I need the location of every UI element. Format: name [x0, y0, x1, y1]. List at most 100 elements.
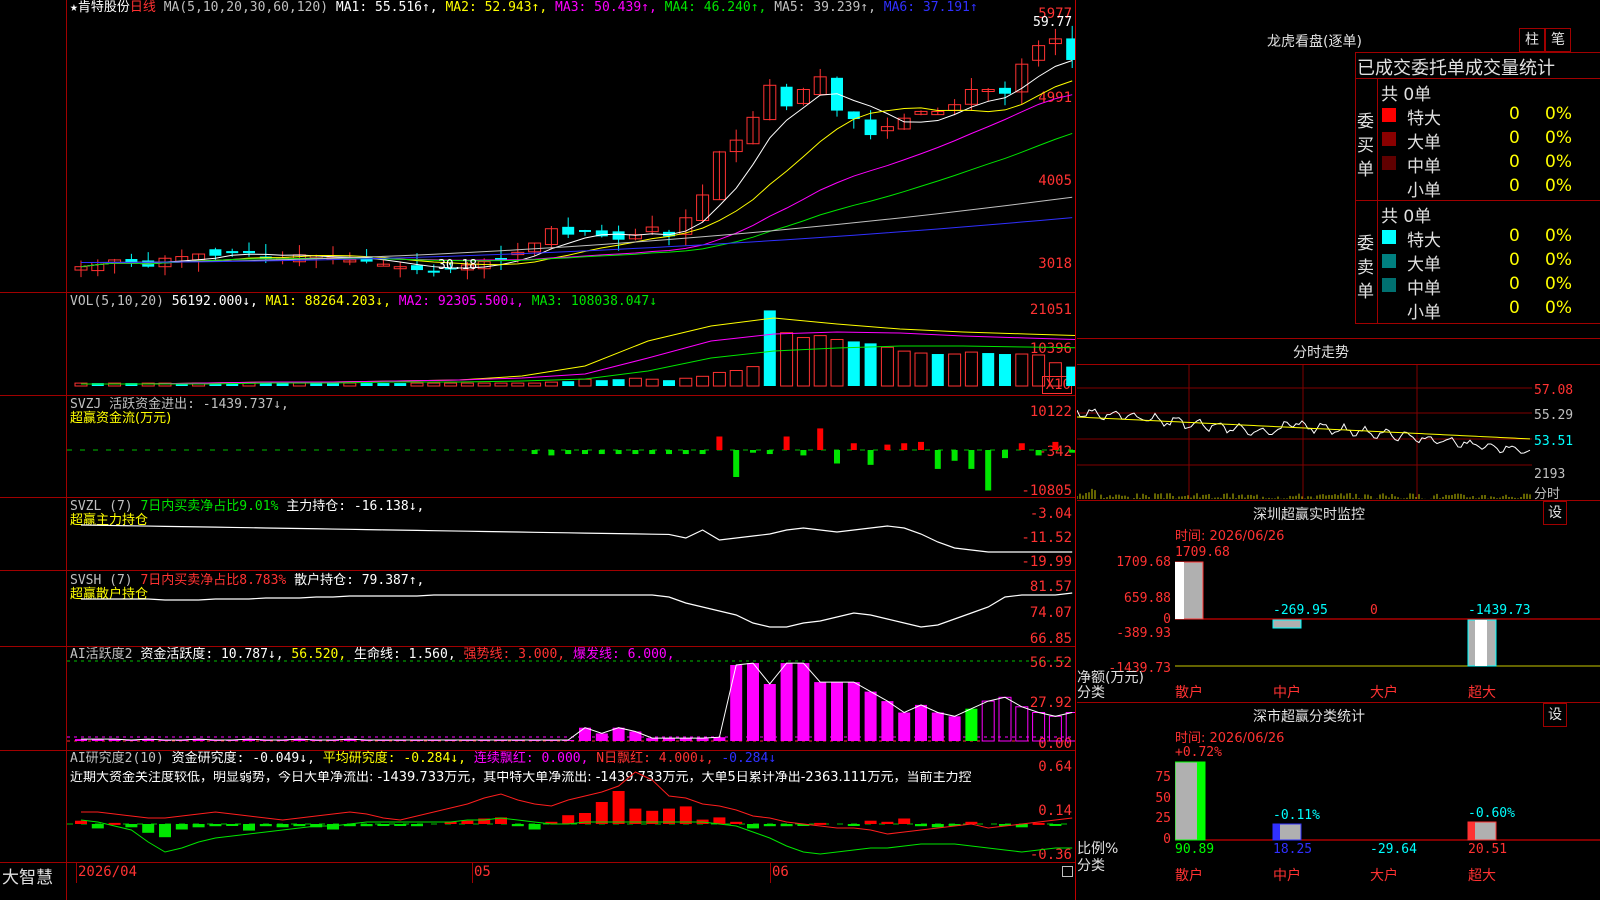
- research-bar: [75, 820, 87, 824]
- buy-row-label: 大单: [1407, 133, 1441, 153]
- activity-bar: [579, 727, 591, 741]
- sell-row-pct: 0%: [1545, 250, 1572, 270]
- volume-bar: [360, 383, 373, 386]
- flow-bar: [884, 444, 891, 450]
- activity-bar: [898, 712, 911, 741]
- lock-icon[interactable]: [1062, 866, 1073, 877]
- buy-row-value: 0: [1509, 176, 1520, 196]
- volume-bar: [729, 369, 743, 387]
- sz-tick: -389.93: [1116, 626, 1171, 641]
- ma-legend-item: MA6: 37.191↑: [883, 0, 978, 15]
- panel-divider: [0, 395, 1076, 396]
- volume-bar: [1048, 362, 1062, 387]
- flow-bar: [598, 450, 605, 455]
- flow-bar: [985, 450, 992, 491]
- buy-row-value: 0: [1509, 152, 1520, 172]
- flow-bar: [582, 450, 588, 455]
- buy-orders-label: 委买单: [1357, 112, 1374, 180]
- right-panel: 龙虎看盘(逐单) 柱 笔 已成交委托单成交量统计 委买单 共 0单 特大 0 0% 大…: [1077, 0, 1600, 900]
- activity-bar: [780, 663, 793, 741]
- volume-bar: [410, 382, 424, 387]
- volume-bar: [663, 380, 675, 386]
- ma-line: [80, 60, 1073, 269]
- sell-row-label: 中单: [1407, 279, 1441, 299]
- high-annotation: 59.77: [1033, 15, 1073, 30]
- volume-bar: [763, 310, 776, 386]
- retail-position-line: [81, 592, 1073, 628]
- volume-bar: [1032, 354, 1046, 387]
- buy-row-pct: 0%: [1545, 176, 1572, 196]
- tick-view-button[interactable]: 笔: [1545, 28, 1571, 52]
- research-bar: [259, 824, 272, 827]
- panel-divider: [0, 292, 1076, 293]
- order-stats-tab[interactable]: 已成交委托单成交量统计: [1357, 54, 1555, 80]
- main-position-chart: [80, 524, 1073, 553]
- flow-bar: [632, 450, 639, 455]
- stock-name: 肯特股份: [77, 0, 130, 15]
- volume-bar: [1066, 366, 1075, 386]
- volume-chart: [74, 310, 1075, 387]
- flow-bar: [1002, 450, 1008, 459]
- intraday-tick: 55.29: [1534, 408, 1574, 423]
- activity-bar: [814, 682, 827, 741]
- candle: [209, 249, 222, 256]
- volume-bar: [578, 378, 592, 387]
- class-category: 中户: [1273, 868, 1301, 884]
- flow-bar: [1069, 450, 1075, 453]
- chart-area[interactable]: 5977 4991 4005 3018 ★肯特股份日线 MA(5,10,20,3…: [0, 0, 1076, 900]
- candle: [562, 226, 575, 235]
- panel-divider: [0, 862, 1076, 863]
- candle: [411, 265, 423, 271]
- volume-bar: [528, 382, 542, 387]
- volume-bar: [999, 354, 1011, 386]
- sell-row-value: 0: [1509, 250, 1520, 270]
- volume-bar: [327, 383, 339, 386]
- sell-color-swatch: [1382, 230, 1396, 244]
- sell-row-label: 小单: [1407, 303, 1441, 323]
- volume-bar: [460, 382, 474, 387]
- bar-view-button[interactable]: 柱: [1519, 28, 1545, 52]
- research-bar: [562, 815, 575, 824]
- research-bar: [864, 820, 877, 824]
- class-value: -29.64: [1370, 842, 1417, 857]
- volume-bar: [544, 381, 558, 387]
- intraday-tick: 53.51: [1534, 434, 1574, 449]
- flow-bar: [901, 443, 908, 450]
- flow-bar: [565, 450, 572, 455]
- flow-bar: [1018, 443, 1025, 450]
- ratio-bar-accent: [1273, 824, 1280, 840]
- volume-ma-line: [81, 331, 1075, 385]
- buy-row-label: 中单: [1407, 157, 1441, 177]
- flow-bar: [682, 450, 689, 455]
- period-label[interactable]: 日线: [130, 0, 156, 15]
- buy-color-swatch: [1382, 156, 1396, 170]
- research-bar: [679, 806, 692, 824]
- volume-bar: [679, 377, 693, 387]
- volume-bar: [310, 383, 323, 386]
- volume-bar: [1015, 353, 1029, 387]
- buy-color-swatch: [1382, 180, 1396, 194]
- activity-bar: [998, 696, 1012, 742]
- volume-bar: [864, 343, 877, 386]
- research-bar: [747, 824, 759, 829]
- research-bar: [91, 824, 104, 829]
- ratio-bar-accent: [1468, 822, 1475, 840]
- volume-bar: [394, 383, 407, 386]
- research-bar: [175, 824, 188, 830]
- ma-legend-item: MA4: 46.240↑,: [664, 0, 775, 15]
- buy-color-swatch: [1382, 132, 1396, 146]
- activity-bar: [612, 727, 625, 741]
- flow-bar: [766, 450, 773, 455]
- volume-bar: [830, 338, 844, 387]
- date-label: 06: [772, 864, 789, 880]
- sz-class-settings-button[interactable]: 设: [1543, 703, 1567, 727]
- sz-monitor-settings-button[interactable]: 设: [1543, 501, 1567, 525]
- sz-category: 散户: [1175, 685, 1203, 701]
- candlestick-chart[interactable]: [67, 14, 1075, 292]
- sz-class-title: 深市超赢分类统计: [1253, 709, 1365, 725]
- buy-row-pct: 0%: [1545, 152, 1572, 172]
- sell-row-value: 0: [1509, 274, 1520, 294]
- ma-line: [80, 80, 1073, 268]
- intraday-chart[interactable]: [1077, 365, 1532, 499]
- research-bar: [293, 824, 306, 827]
